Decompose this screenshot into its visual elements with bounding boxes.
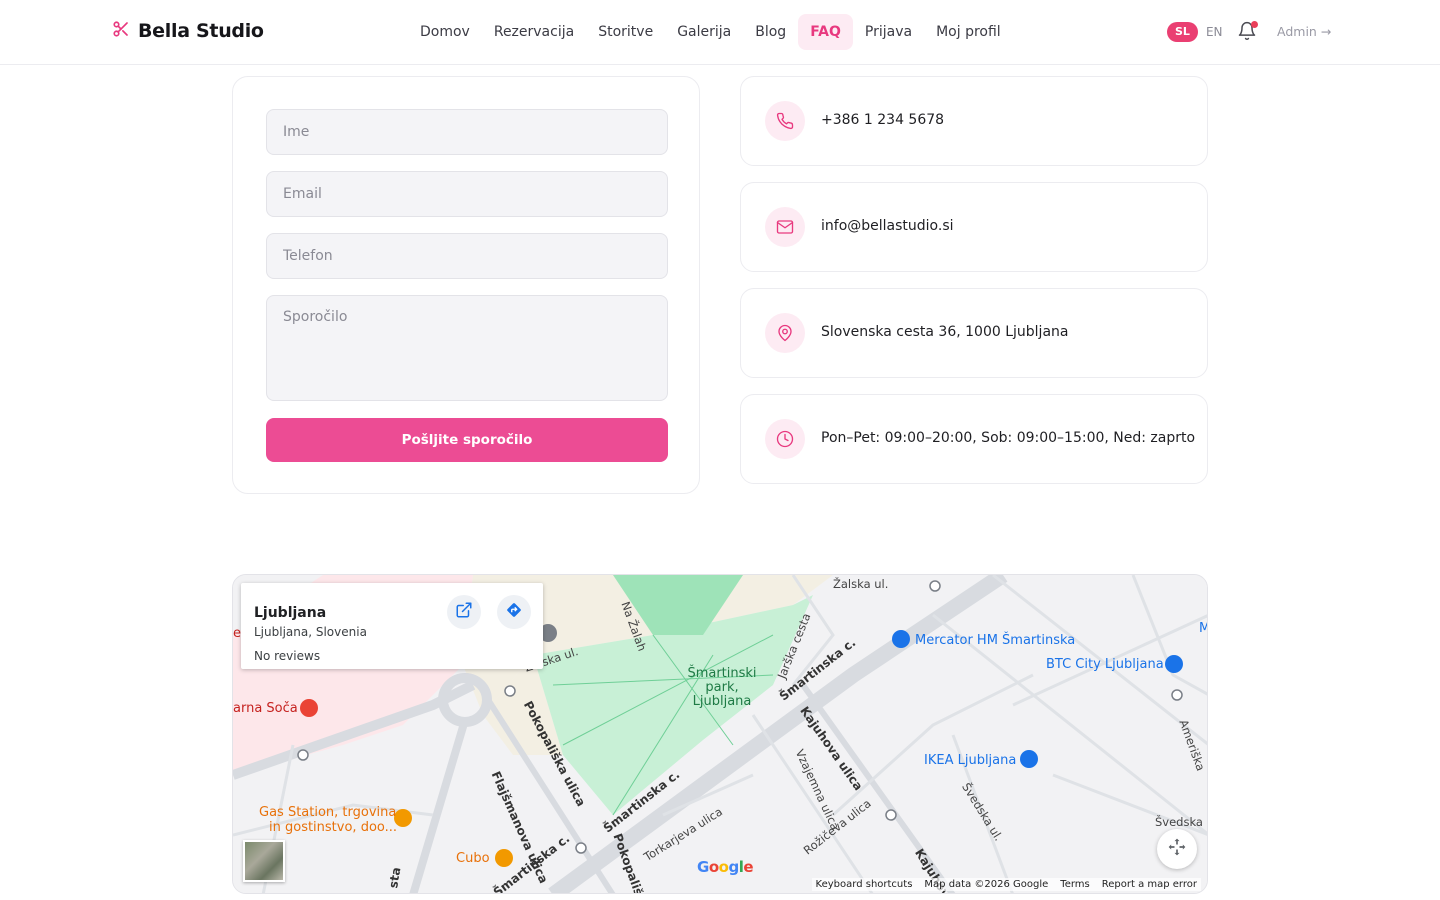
place-title: Ljubljana — [254, 605, 327, 621]
poi-smartinski-park[interactable]: Šmartinski park, Ljubljana — [681, 667, 763, 709]
map-footer: Keyboard shortcuts Map data ©2026 Google… — [811, 878, 1201, 891]
poi-cubo[interactable]: Cubo — [456, 851, 490, 866]
contact-email-text[interactable]: info@bellastudio.si — [821, 218, 954, 234]
place-reviews[interactable]: No reviews — [254, 649, 320, 663]
phone-icon — [765, 101, 805, 141]
directions-icon — [505, 601, 523, 623]
google-logo: Google — [697, 858, 754, 876]
nav-item-faq[interactable]: FAQ — [798, 14, 853, 50]
contact-address-text: Slovenska cesta 36, 1000 Ljubljana — [821, 324, 1069, 340]
main-nav: Domov Rezervacija Storitve Galerija Blog… — [408, 14, 1013, 50]
poi-edge-m: M — [1199, 621, 1207, 636]
lang-en-button[interactable]: EN — [1206, 25, 1223, 39]
poi-gas-station-line2[interactable]: in gostinstvo, doo... — [269, 820, 397, 835]
satellite-toggle[interactable] — [243, 840, 285, 882]
nav-item-domov[interactable]: Domov — [408, 14, 482, 50]
nav-item-blog[interactable]: Blog — [743, 14, 798, 50]
nav-item-storitve[interactable]: Storitve — [586, 14, 665, 50]
contact-phone-card: +386 1 234 5678 — [740, 76, 1208, 166]
scissors-icon — [112, 20, 130, 42]
bell-icon — [1237, 21, 1257, 45]
nav-item-moj-profil[interactable]: Moj profil — [924, 14, 1013, 50]
notifications-button[interactable] — [1237, 21, 1259, 43]
send-message-button[interactable]: Pošljite sporočilo — [266, 418, 668, 462]
lang-sl-button[interactable]: SL — [1167, 22, 1198, 42]
terms-link[interactable]: Terms — [1060, 879, 1089, 890]
contact-form-card: Pošljite sporočilo — [232, 76, 700, 494]
nav-item-galerija[interactable]: Galerija — [665, 14, 743, 50]
phone-input[interactable] — [266, 233, 668, 279]
name-input[interactable] — [266, 109, 668, 155]
nav-item-rezervacija[interactable]: Rezervacija — [482, 14, 586, 50]
street-svedska-2: Švedska u — [1155, 815, 1207, 829]
contact-email-card: info@bellastudio.si — [740, 182, 1208, 272]
mail-icon — [765, 207, 805, 247]
google-map-embed[interactable]: Mercator HM Šmartinska BTC City Ljubljan… — [232, 574, 1208, 894]
email-input[interactable] — [266, 171, 668, 217]
open-in-maps-button[interactable] — [447, 595, 481, 629]
poi-btc-city[interactable]: BTC City Ljubljana — [1046, 657, 1164, 672]
clock-icon — [765, 419, 805, 459]
message-textarea[interactable] — [266, 295, 668, 401]
fullscreen-icon — [1167, 837, 1187, 861]
external-link-icon — [455, 601, 473, 623]
brand-name: Bella Studio — [138, 20, 264, 42]
poi-gas-station-line1[interactable]: Gas Station, trgovina — [259, 805, 396, 820]
directions-button[interactable] — [497, 595, 531, 629]
brand-logo[interactable]: Bella Studio — [112, 20, 264, 42]
nav-item-prijava[interactable]: Prijava — [853, 14, 924, 50]
contact-phone-text[interactable]: +386 1 234 5678 — [821, 112, 944, 128]
poi-mercator[interactable]: Mercator HM Šmartinska — [915, 633, 1075, 648]
report-error-link[interactable]: Report a map error — [1102, 879, 1197, 890]
notification-dot — [1251, 21, 1258, 28]
location-pin-icon — [765, 313, 805, 353]
poi-soca[interactable]: arna Soča — [233, 701, 298, 716]
fullscreen-button[interactable] — [1157, 829, 1197, 869]
contact-hours-text: Pon–Pet: 09:00–20:00, Sob: 09:00–15:00, … — [821, 430, 1196, 446]
street-zalska-1: Žalska ul. — [833, 577, 889, 591]
admin-link[interactable]: Admin → — [1277, 24, 1331, 39]
place-subtitle: Ljubljana, Slovenia — [254, 625, 367, 639]
site-header: Bella Studio Domov Rezervacija Storitve … — [0, 0, 1440, 65]
map-data-text: Map data ©2026 Google — [924, 879, 1049, 890]
map-place-card: Ljubljana Ljubljana, Slovenia No reviews — [241, 583, 543, 669]
poi-ikea[interactable]: IKEA Ljubljana — [924, 753, 1016, 768]
keyboard-shortcuts-link[interactable]: Keyboard shortcuts — [816, 879, 913, 890]
contact-hours-card: Pon–Pet: 09:00–20:00, Sob: 09:00–15:00, … — [740, 394, 1208, 484]
language-switcher: SL EN — [1167, 22, 1223, 42]
contact-address-card: Slovenska cesta 36, 1000 Ljubljana — [740, 288, 1208, 378]
